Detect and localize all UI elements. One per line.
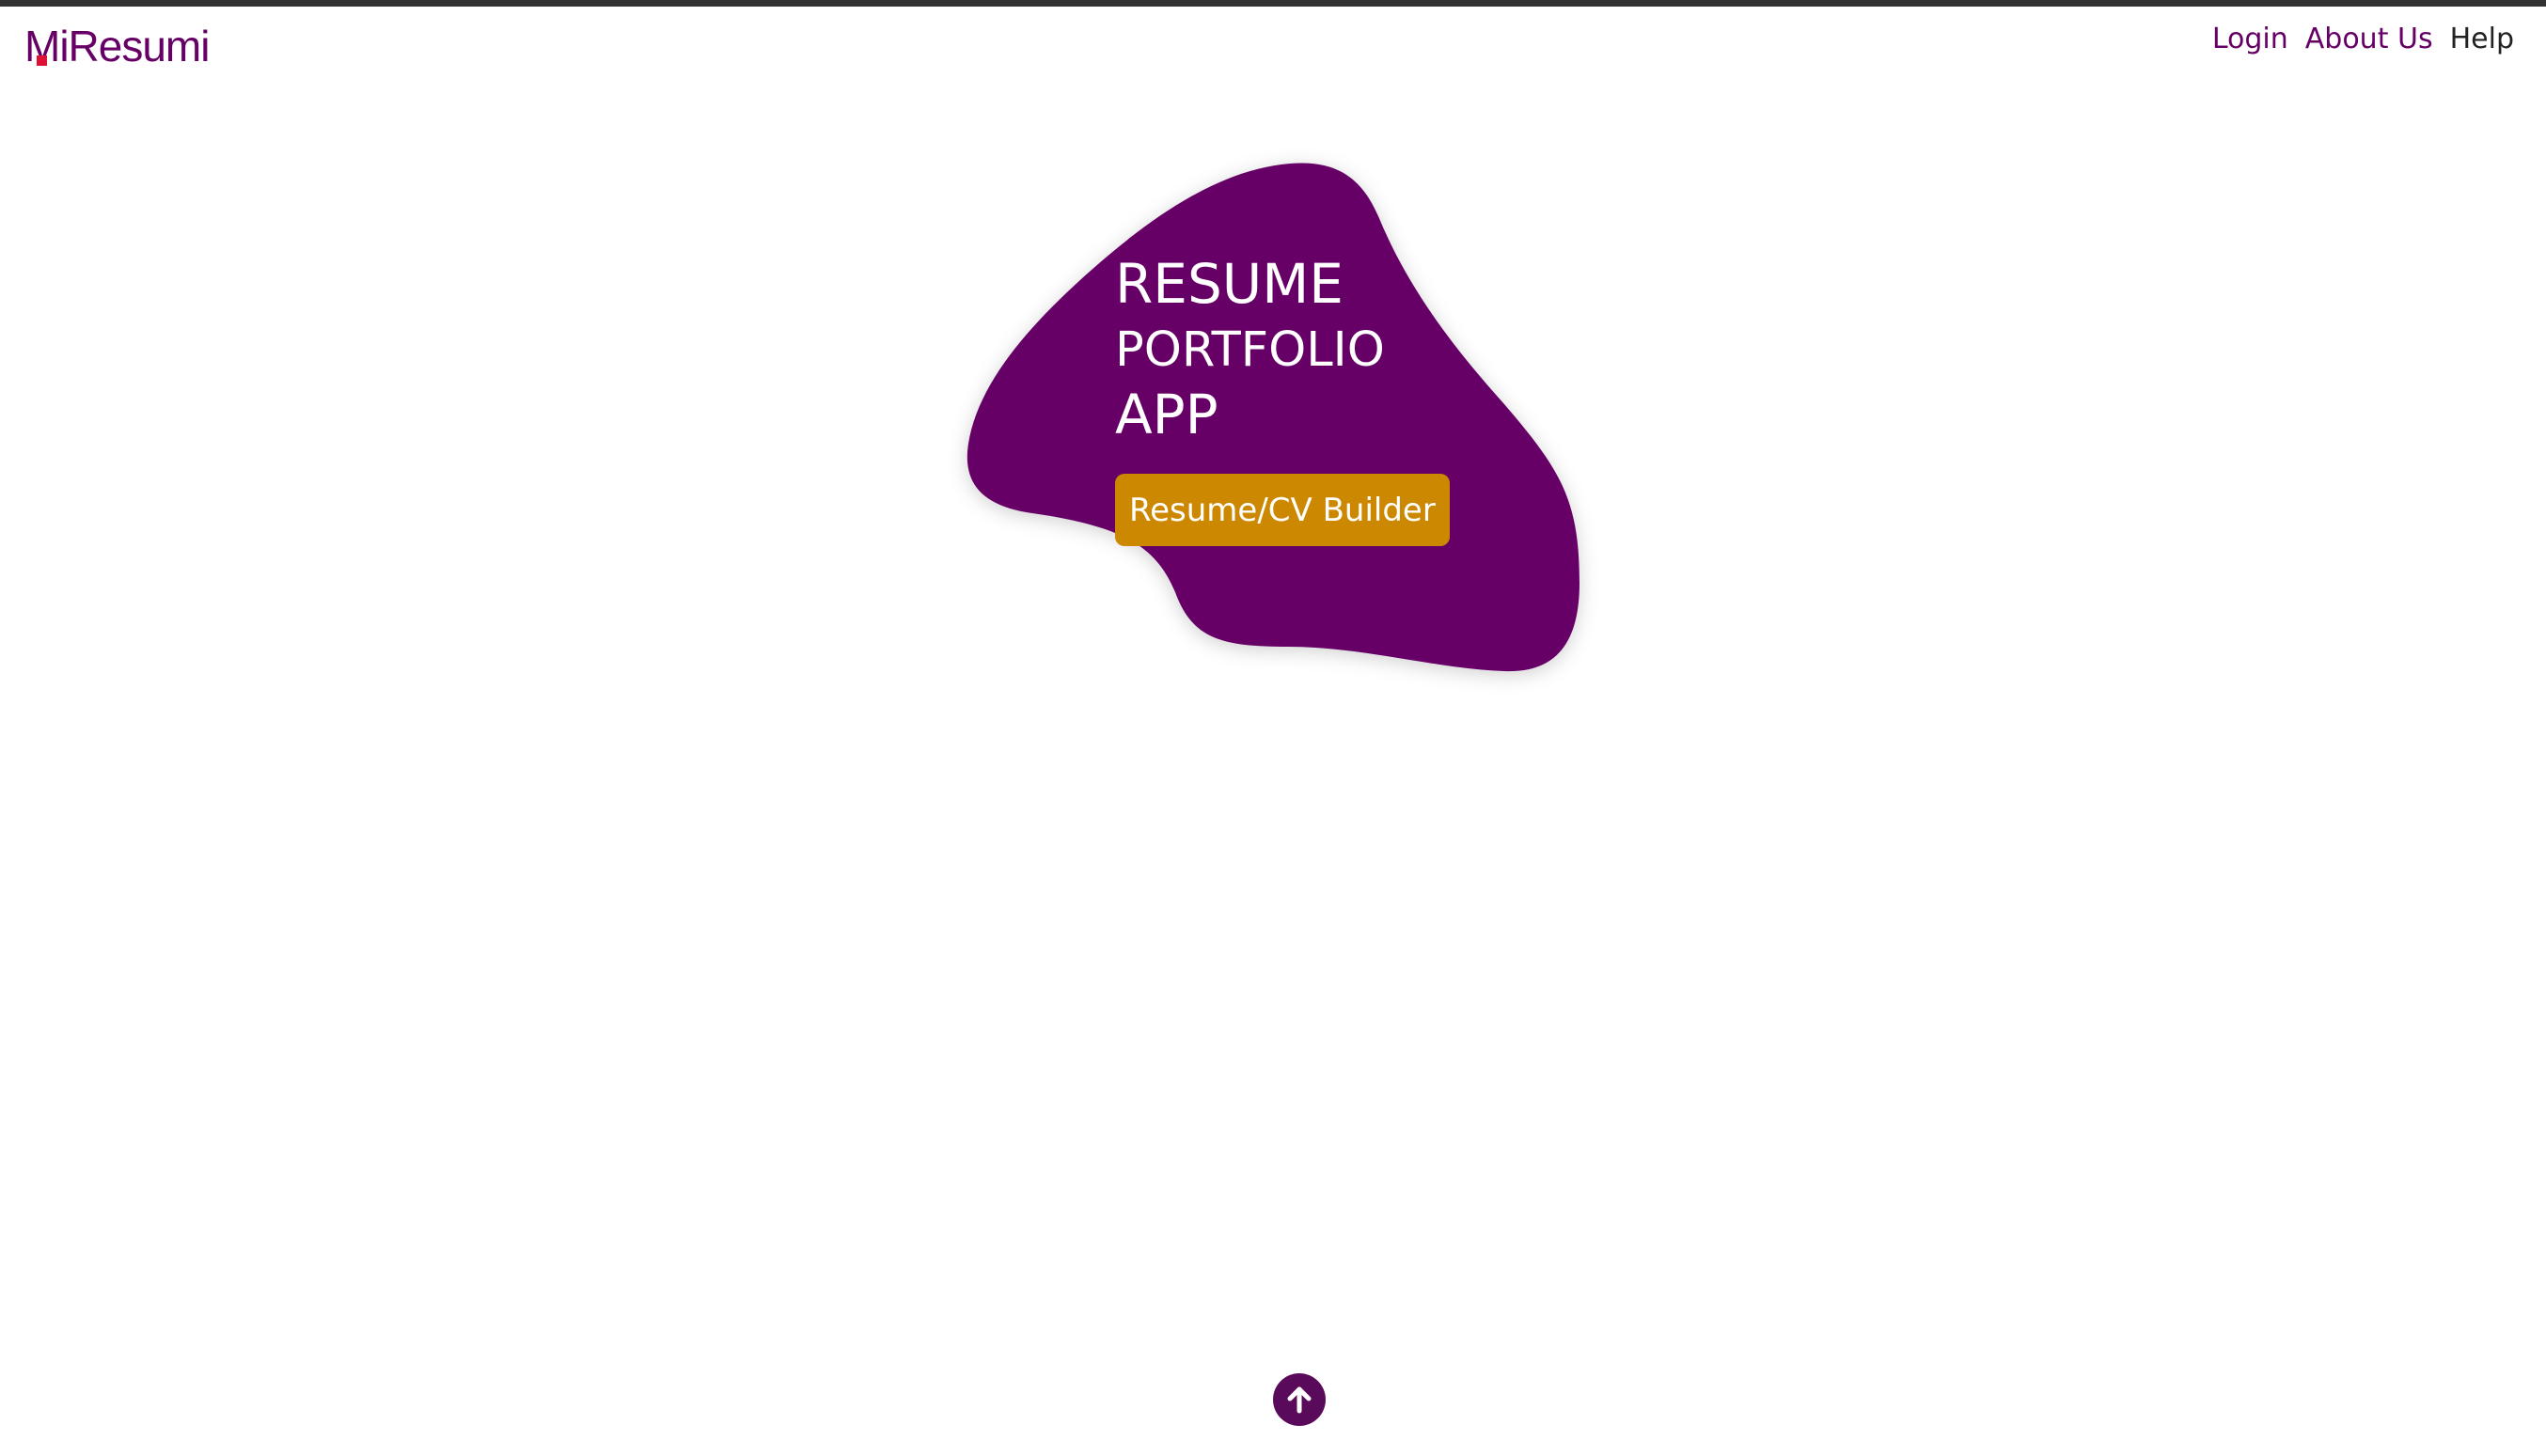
nav-about-us-link[interactable]: About Us <box>2305 23 2433 55</box>
logo-text: iResumi <box>59 22 210 70</box>
hero-headline: RESUME PORTFOLIO APP <box>1115 252 1385 447</box>
hero-section: RESUME PORTFOLIO APP Resume/CV Builder <box>940 150 1598 686</box>
arrow-up-icon <box>1287 1386 1312 1414</box>
hero-line-portfolio: PORTFOLIO <box>1115 321 1385 378</box>
scroll-to-top-button[interactable] <box>1273 1373 1326 1426</box>
nav-login-link[interactable]: Login <box>2212 23 2288 55</box>
logo-m-letter: M <box>24 22 60 70</box>
logo-accent-dot <box>37 55 47 66</box>
brand-logo[interactable]: M iResumi <box>24 22 210 71</box>
hero-line-app: APP <box>1115 382 1218 446</box>
resume-cv-builder-button[interactable]: Resume/CV Builder <box>1115 474 1450 546</box>
top-border <box>0 0 2546 7</box>
nav-help-link[interactable]: Help <box>2450 23 2514 55</box>
hero-line-resume: RESUME <box>1115 252 1344 316</box>
top-nav: Login About Us Help <box>2212 23 2514 55</box>
